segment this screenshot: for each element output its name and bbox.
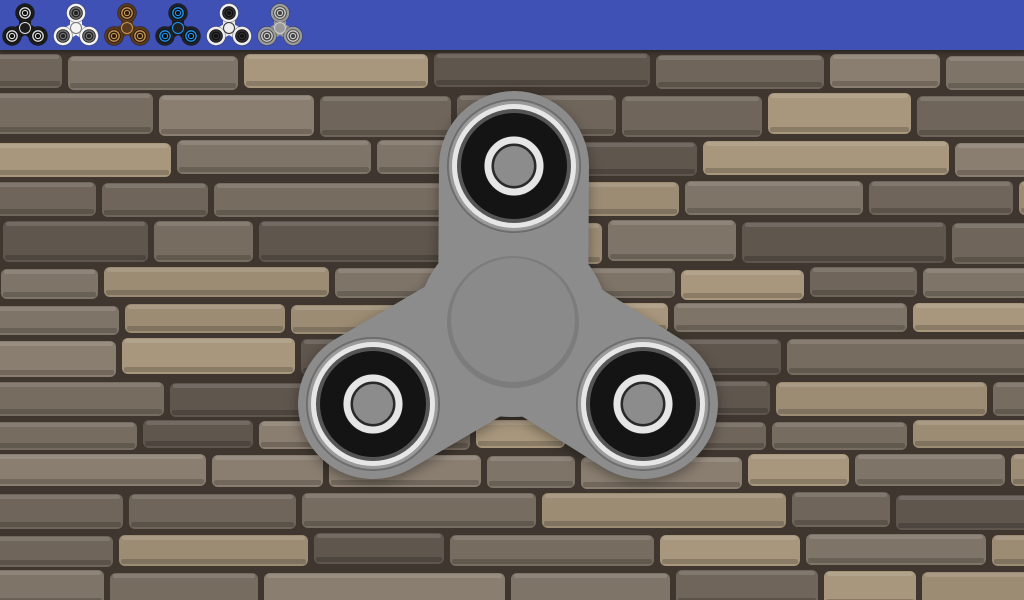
gray-spinner-icon [257,3,303,46]
spinner-choice-4[interactable] [154,2,202,48]
bronze-spinner-icon [104,3,150,46]
spinner-choice-1[interactable] [1,2,49,48]
spinner-bearing-3 [576,337,710,471]
spinner-choice-6[interactable] [256,2,304,48]
spinner-choice-2[interactable] [52,2,100,48]
spinner-toolbar [0,0,1024,50]
blue-black-spinner-icon [155,3,201,46]
spinner-bearing-2 [306,337,440,471]
black-spinner-icon [2,3,48,46]
fidget-spinner-icon [298,91,718,479]
spinner-choice-3[interactable] [103,2,151,48]
spinner-choice-5[interactable] [205,2,253,48]
white-spinner-icon [53,3,99,46]
white-metal-spinner-icon [206,3,252,46]
spinner-center-cap [447,256,579,388]
spinner-bearing-1 [447,99,581,233]
fidget-spinner[interactable] [298,86,734,486]
